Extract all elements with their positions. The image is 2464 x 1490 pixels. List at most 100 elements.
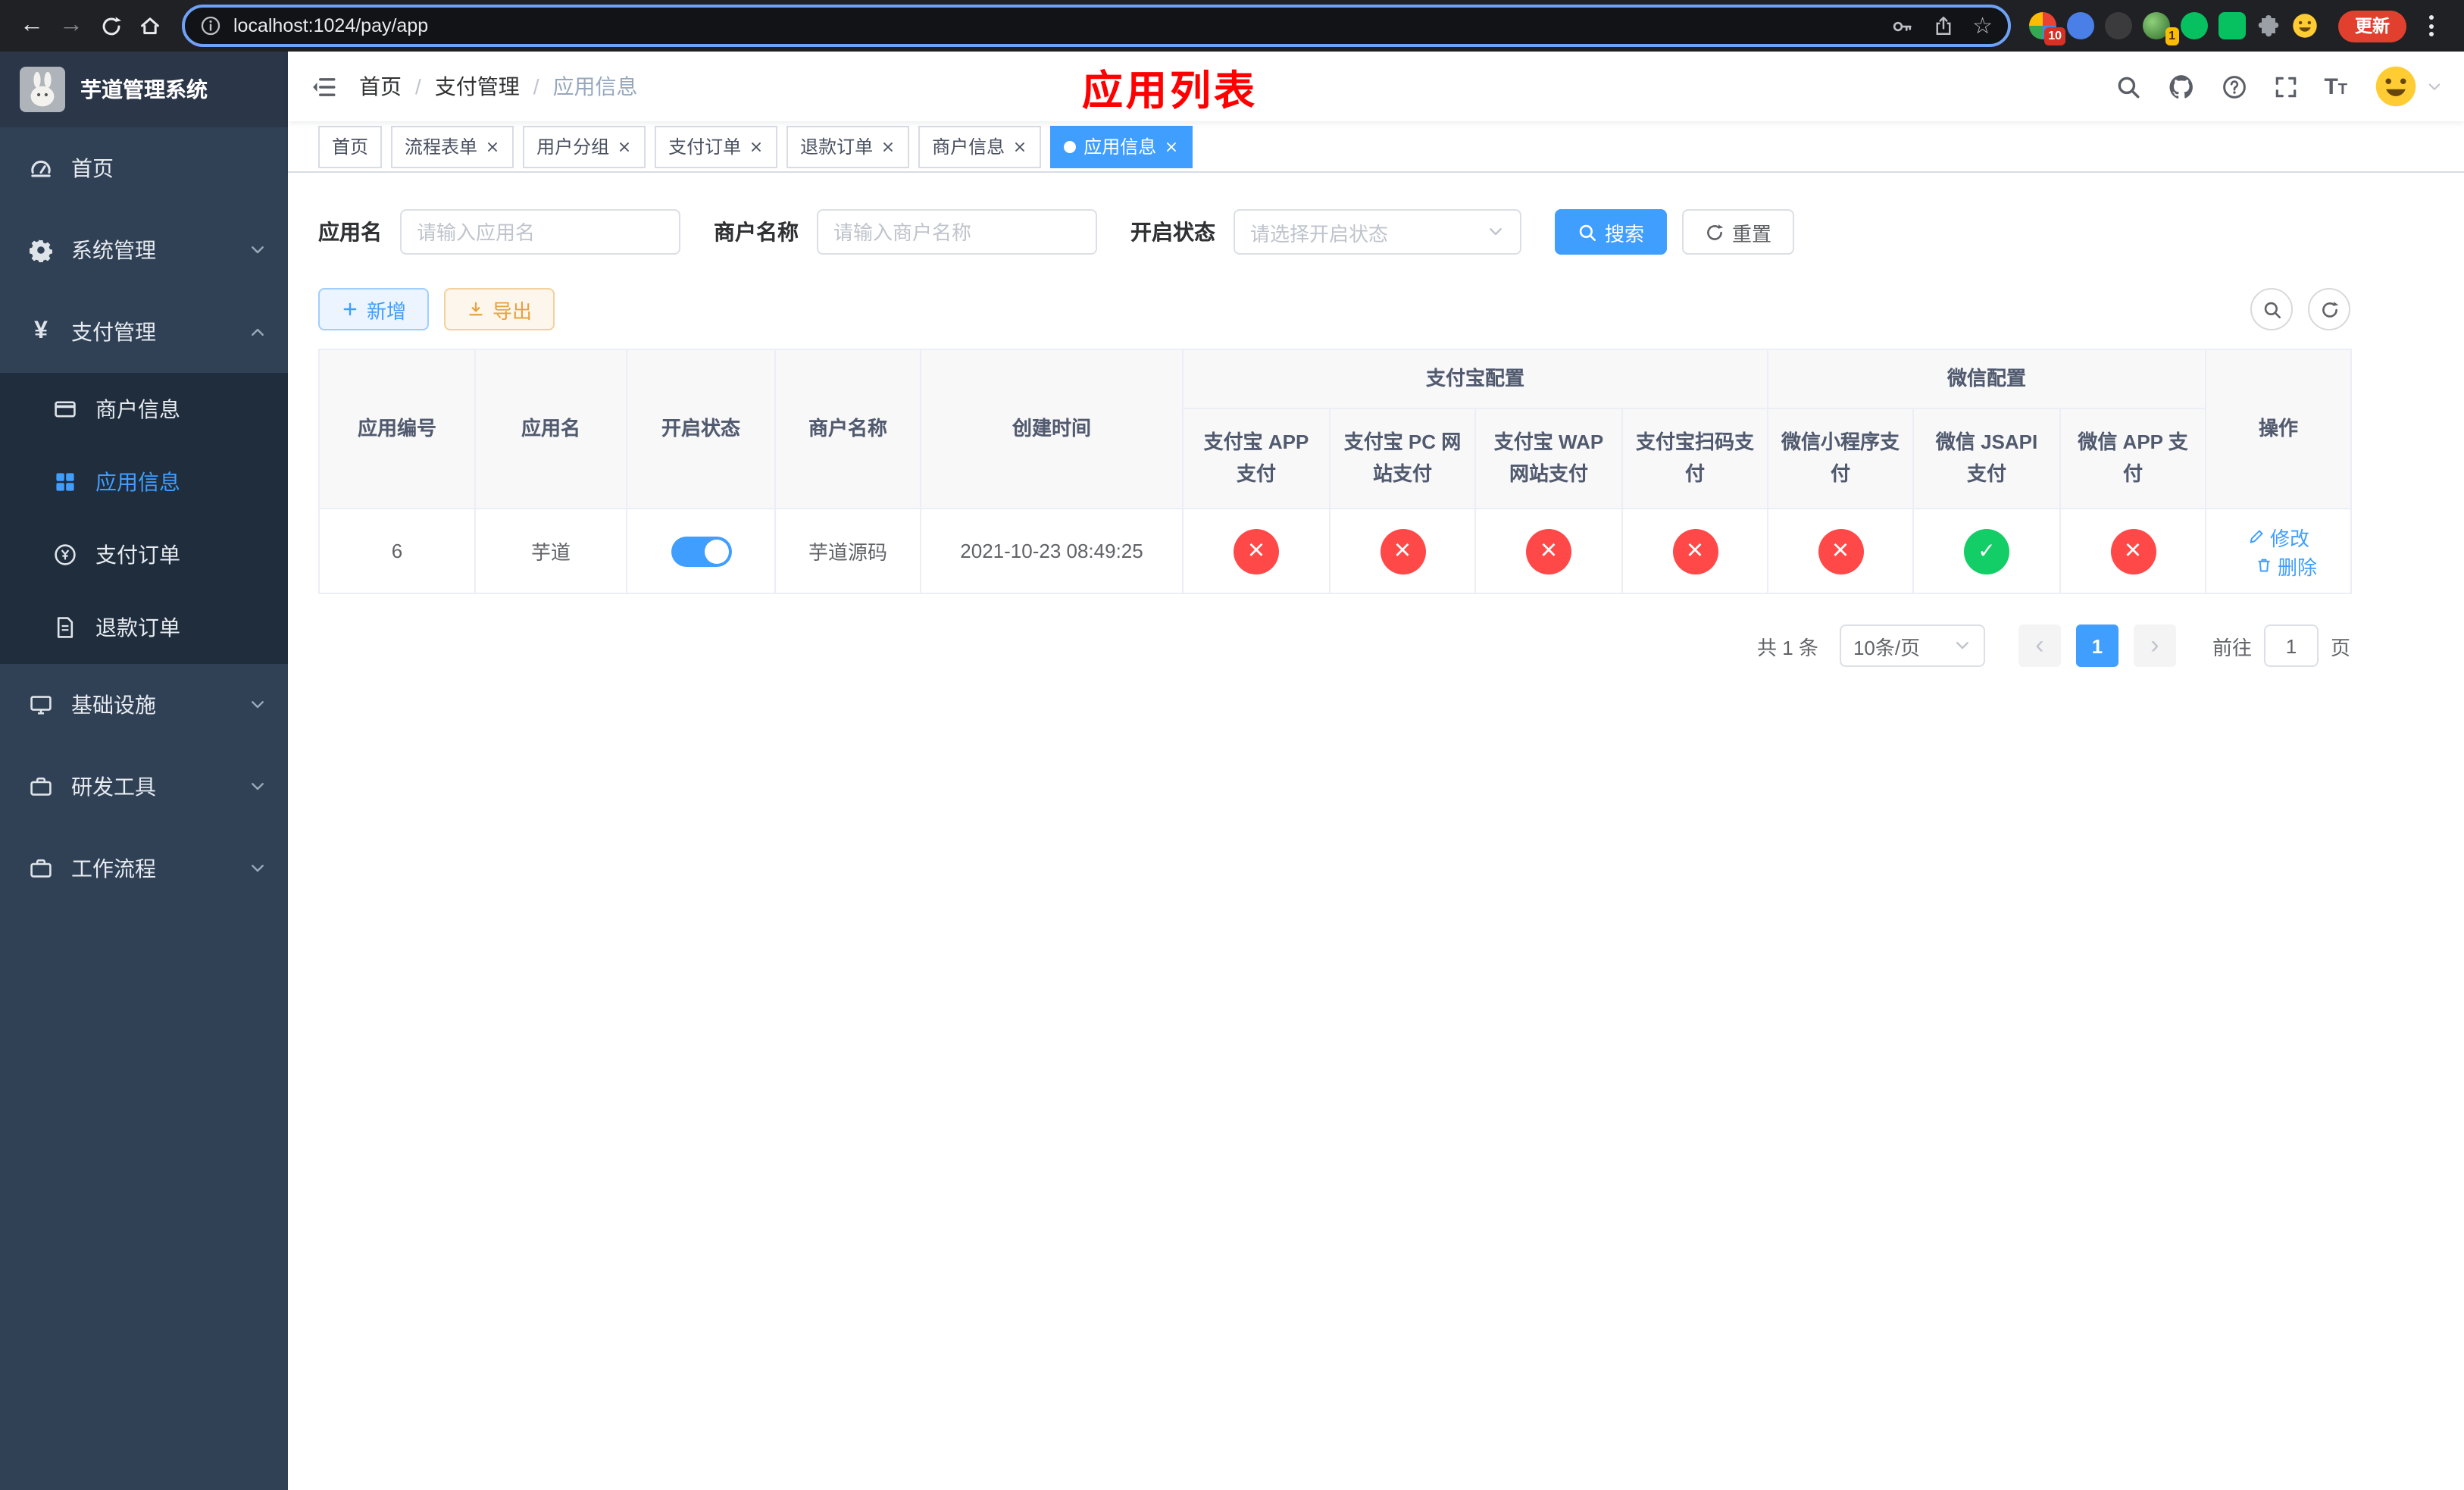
prev-page-button[interactable]: ‹ <box>2018 624 2061 667</box>
tag-process-form[interactable]: 流程表单 <box>391 125 514 167</box>
reset-button[interactable]: 重置 <box>1682 209 1795 255</box>
breadcrumb-payment[interactable]: 支付管理 <box>435 71 520 102</box>
extension-icon-dark[interactable] <box>2105 12 2132 39</box>
toggle-search-button[interactable] <box>2250 288 2293 330</box>
extensions-puzzle-icon[interactable] <box>2256 14 2281 38</box>
wx-jsapi-status <box>1964 528 2010 574</box>
delete-link[interactable]: 删除 <box>2255 551 2317 580</box>
share-icon[interactable] <box>1931 14 1954 37</box>
app-name-label: 应用名 <box>318 220 382 244</box>
col-status: 开启状态 <box>626 349 776 509</box>
chevron-down-icon <box>1487 223 1505 241</box>
col-group-alipay: 支付宝配置 <box>1181 349 1769 409</box>
hamburger-icon[interactable] <box>288 52 359 121</box>
sidebar-item-system[interactable]: 系统管理 <box>0 209 288 291</box>
col-wx-app: 微信 APP 支付 <box>2059 408 2207 509</box>
sidebar-item-label: 工作流程 <box>71 856 156 881</box>
sidebar-item-label: 商户信息 <box>95 397 180 421</box>
tag-app-info[interactable]: 应用信息 <box>1050 125 1193 167</box>
browser-menu-icon[interactable] <box>2417 9 2446 42</box>
wx-app-status <box>2110 528 2156 574</box>
filter-form: 应用名 商户名称 开启状态 请选择开启状态 <box>318 209 2434 255</box>
sidebar-item-merchant-info[interactable]: 商户信息 <box>0 373 288 446</box>
table-toolbar: 新增 导出 <box>318 288 2350 330</box>
close-icon[interactable] <box>1012 139 1027 154</box>
extension-icon-colorful[interactable]: 10 <box>2029 12 2065 45</box>
col-alipay-qr: 支付宝扫码支付 <box>1621 408 1769 509</box>
bookmark-star-icon[interactable]: ☆ <box>1972 14 1993 37</box>
tag-home[interactable]: 首页 <box>318 125 383 167</box>
col-alipay-wap: 支付宝 WAP 网站支付 <box>1474 408 1623 509</box>
extension-icon-green-square[interactable] <box>2219 12 2246 39</box>
question-icon[interactable] <box>2221 74 2247 99</box>
close-icon[interactable] <box>880 139 896 154</box>
col-group-wechat: 微信配置 <box>1767 349 2207 409</box>
sidebar-item-label: 支付订单 <box>95 543 180 567</box>
password-key-icon[interactable] <box>1890 14 1913 37</box>
app-title: 芋道管理系统 <box>80 77 208 102</box>
sidebar-item-dev-tools[interactable]: 研发工具 <box>0 746 288 828</box>
sidebar-item-refund-order[interactable]: 退款订单 <box>0 591 288 664</box>
chrome-update-button[interactable]: 更新 <box>2338 10 2406 42</box>
page-number-1[interactable]: 1 <box>2075 624 2118 667</box>
yen-icon: ¥ <box>34 318 48 344</box>
alipay-wap-status <box>1526 528 1571 574</box>
home-button[interactable] <box>130 5 170 47</box>
sidebar-item-workflow[interactable]: 工作流程 <box>0 828 288 909</box>
close-icon[interactable] <box>1164 139 1179 154</box>
edit-link[interactable]: 修改 <box>2247 522 2309 551</box>
font-size-icon[interactable]: TT <box>2324 75 2347 98</box>
sidebar-item-app-info[interactable]: 应用信息 <box>0 446 288 518</box>
tag-pay-order[interactable]: 支付订单 <box>655 125 778 167</box>
screen: ← → localhost:1024/pay/app ☆ 10 1 更新 芋道管… <box>0 0 2464 1490</box>
alipay-app-status <box>1234 528 1279 574</box>
sidebar-item-label: 应用信息 <box>95 470 180 494</box>
close-icon[interactable] <box>485 139 500 154</box>
url-text: localhost:1024/pay/app <box>233 15 429 36</box>
search-icon[interactable] <box>2115 74 2140 99</box>
status-select[interactable]: 请选择开启状态 <box>1234 209 1521 255</box>
sidebar-item-payment[interactable]: ¥ 支付管理 <box>0 291 288 373</box>
fullscreen-icon[interactable] <box>2272 74 2298 99</box>
user-avatar[interactable] <box>2373 64 2443 109</box>
table-row: 6 芋道 芋道源码 2021-10-23 08:49:25 × × × × × … <box>318 508 2353 594</box>
app-name-input[interactable] <box>400 209 680 255</box>
goto-page-input[interactable] <box>2263 624 2319 667</box>
tag-refund-order[interactable]: 退款订单 <box>786 125 910 167</box>
back-button[interactable]: ← <box>12 5 52 47</box>
close-icon[interactable] <box>617 139 632 154</box>
status-toggle[interactable] <box>671 536 731 566</box>
extension-icon-green-circle[interactable] <box>2181 12 2208 39</box>
address-bar[interactable]: localhost:1024/pay/app ☆ <box>182 5 2011 47</box>
refresh-table-button[interactable] <box>2308 288 2350 330</box>
tag-user-group[interactable]: 用户分组 <box>523 125 646 167</box>
chevron-down-icon <box>249 696 267 714</box>
sidebar-item-infrastructure[interactable]: 基础设施 <box>0 664 288 746</box>
forward-button[interactable]: → <box>52 5 91 47</box>
next-page-button[interactable]: › <box>2133 624 2176 667</box>
site-info-icon[interactable] <box>200 15 221 36</box>
goto-suffix: 页 <box>2330 636 2350 659</box>
col-merchant: 商户名称 <box>774 349 921 509</box>
github-icon[interactable] <box>2166 72 2195 101</box>
close-icon[interactable] <box>749 139 764 154</box>
merchant-card-icon <box>53 397 77 421</box>
chevron-down-icon <box>249 241 267 259</box>
sidebar-logo-row[interactable]: 芋道管理系统 <box>0 52 288 127</box>
add-button[interactable]: 新增 <box>318 288 430 330</box>
profile-emoji-icon[interactable] <box>2291 12 2319 39</box>
breadcrumb-home[interactable]: 首页 <box>359 71 402 102</box>
chevron-down-icon <box>249 859 267 878</box>
tags-view: 首页 流程表单 用户分组 支付订单 退款订单 商户信息 应用信息 <box>288 121 2464 173</box>
sidebar-item-pay-order[interactable]: 支付订单 <box>0 518 288 591</box>
tag-merchant-info[interactable]: 商户信息 <box>918 125 1042 167</box>
page-size-select[interactable]: 10条/页 <box>1839 624 1985 667</box>
export-button[interactable]: 导出 <box>444 288 555 330</box>
extension-icon-avatar[interactable]: 1 <box>2143 12 2179 45</box>
extension-badge: 10 <box>2044 27 2065 45</box>
search-button[interactable]: 搜索 <box>1555 209 1668 255</box>
extension-icon-blue[interactable] <box>2067 12 2094 39</box>
merchant-name-input[interactable] <box>817 209 1097 255</box>
sidebar-item-home[interactable]: 首页 <box>0 127 288 209</box>
reload-button[interactable] <box>91 5 130 47</box>
